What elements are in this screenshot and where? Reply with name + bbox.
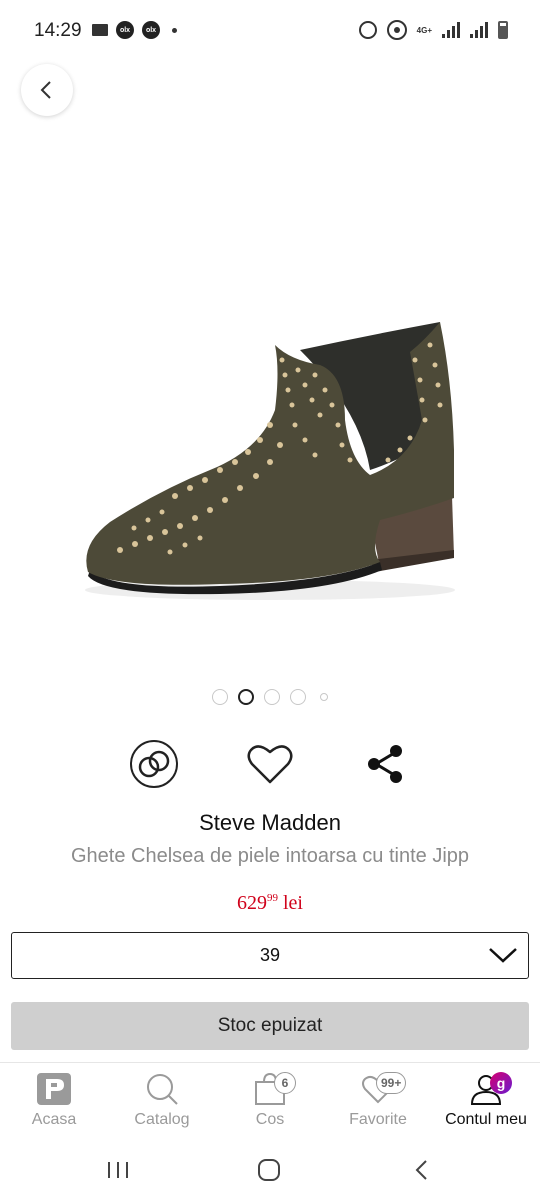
- status-time: 14:29: [34, 20, 82, 41]
- share-button[interactable]: [360, 738, 412, 790]
- product-actions: [0, 738, 540, 790]
- compare-icon: [130, 740, 178, 788]
- system-navigation-bar: [0, 1140, 540, 1200]
- cart-badge: 6: [274, 1072, 296, 1094]
- status-notification-icons: olx olx: [92, 21, 177, 39]
- nav-item-account[interactable]: g Contul meu: [432, 1071, 540, 1135]
- product-image[interactable]: [70, 300, 470, 620]
- product-brand[interactable]: Steve Madden: [0, 810, 540, 836]
- home-circle-icon: [258, 1159, 280, 1181]
- bottom-navigation: Acasa Catalog 6 Cos 99+ Favorite g Contu…: [0, 1062, 540, 1138]
- carousel-dot[interactable]: [320, 693, 328, 701]
- size-select[interactable]: 39: [11, 932, 529, 979]
- chevron-down-icon: [489, 948, 517, 963]
- hotspot-icon: [386, 20, 407, 40]
- carousel-dot[interactable]: [212, 689, 228, 705]
- nav-label: Acasa: [31, 1111, 77, 1128]
- heart-icon: [247, 745, 293, 784]
- search-icon: [108, 1071, 216, 1107]
- nav-label: Cos: [255, 1111, 285, 1128]
- network-type-label: 4G+: [416, 25, 432, 35]
- battery-icon: [498, 21, 508, 39]
- mail-icon: [92, 24, 108, 36]
- olx-app-icon: olx: [116, 21, 134, 39]
- chevron-left-icon: [40, 81, 51, 99]
- recent-apps-icon: [108, 1162, 128, 1178]
- signal-icon: [470, 22, 488, 38]
- compare-button[interactable]: [128, 738, 180, 790]
- favorite-button[interactable]: [244, 738, 296, 790]
- boot-image: [85, 322, 455, 600]
- account-badge: g: [490, 1072, 512, 1094]
- nav-item-home[interactable]: Acasa: [0, 1071, 108, 1135]
- heart-icon: 99+: [324, 1071, 432, 1107]
- back-button[interactable]: [21, 64, 73, 116]
- system-back-button[interactable]: [410, 1156, 432, 1184]
- favorites-badge: 99+: [376, 1072, 407, 1094]
- price-main: 629: [237, 892, 267, 914]
- product-price: 62999 lei: [0, 892, 540, 915]
- size-select-value: 39: [259, 945, 281, 965]
- carousel-dot-active[interactable]: [238, 689, 254, 705]
- status-bar: 14:29 olx olx 4G+: [0, 0, 540, 62]
- image-carousel-dots: [0, 689, 540, 705]
- carousel-dot[interactable]: [264, 689, 280, 705]
- nav-item-favorites[interactable]: 99+ Favorite: [324, 1071, 432, 1135]
- price-currency: lei: [283, 892, 303, 914]
- out-of-stock-button[interactable]: Stoc epuizat: [11, 1002, 529, 1050]
- product-title: Ghete Chelsea de piele intoarsa cu tinte…: [70, 845, 470, 867]
- nav-label: Catalog: [134, 1111, 190, 1128]
- nav-label: Favorite: [349, 1111, 407, 1128]
- recent-apps-button[interactable]: [106, 1156, 130, 1184]
- bag-icon: 6: [216, 1071, 324, 1107]
- share-icon: [368, 745, 402, 783]
- home-button[interactable]: [256, 1156, 282, 1184]
- price-cents: 99: [267, 892, 278, 904]
- back-arrow-icon: [415, 1160, 427, 1180]
- home-logo-icon: [0, 1071, 108, 1107]
- user-icon: g: [432, 1071, 540, 1107]
- nav-item-cart[interactable]: 6 Cos: [216, 1071, 324, 1135]
- nav-label: Contul meu: [445, 1111, 527, 1128]
- alarm-icon: [358, 21, 377, 39]
- nav-item-catalog[interactable]: Catalog: [108, 1071, 216, 1135]
- olx-app-icon: olx: [142, 21, 160, 39]
- status-system-icons: 4G+: [358, 20, 508, 40]
- more-notifications-dot-icon: [172, 27, 177, 33]
- carousel-dot[interactable]: [290, 689, 306, 705]
- signal-icon: [442, 22, 460, 38]
